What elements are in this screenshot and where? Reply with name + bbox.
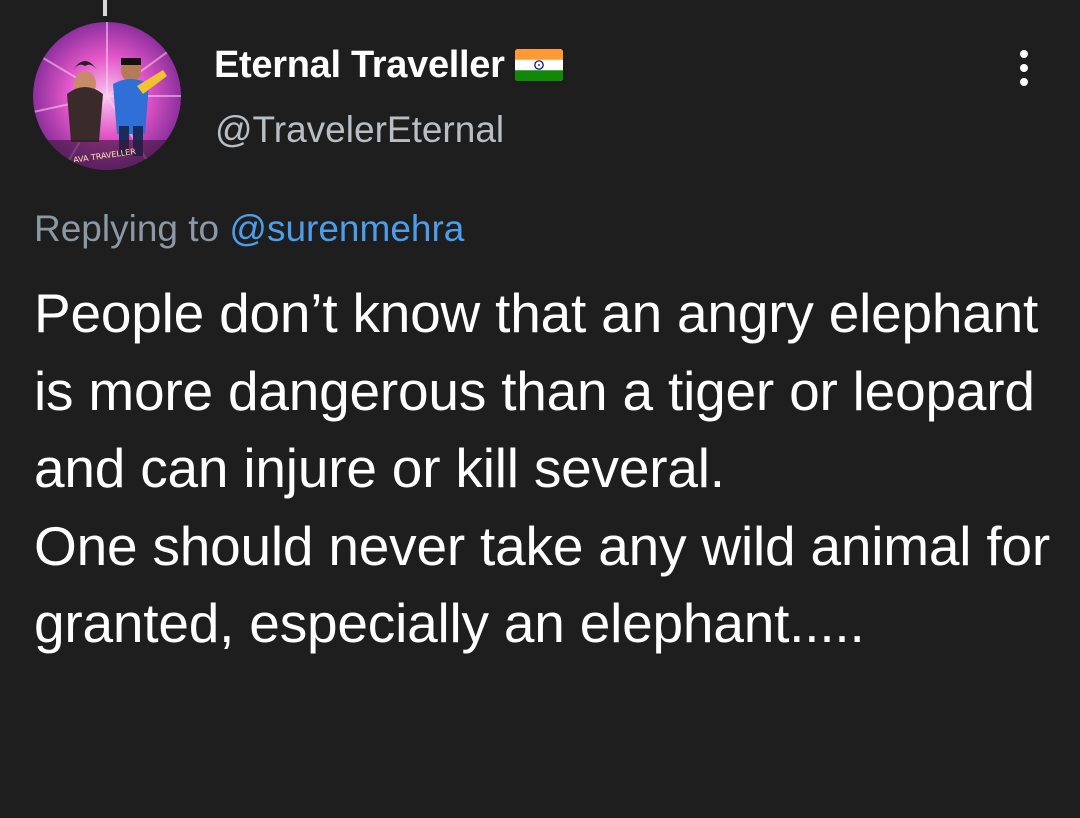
thread-connector-line [103,0,107,16]
replying-to-label: Replying to [34,208,220,249]
avatar[interactable]: AVA TRAVELLER [33,22,181,170]
india-flag-icon [514,49,563,81]
replying-to-mention-link[interactable]: @surenmehra [229,208,464,249]
author-name-row: Eternal Traveller [214,40,563,90]
avatar-image: AVA TRAVELLER [33,22,181,170]
author-handle[interactable]: @TravelerEternal [215,108,504,152]
replying-to-line: Replying to @surenmehra [34,207,464,251]
more-options-button[interactable] [1004,46,1044,90]
more-vertical-icon [1020,50,1028,86]
author-display-name[interactable]: Eternal Traveller [214,46,505,84]
tweet-text: People don’t know that an angry elephant… [34,282,1050,654]
